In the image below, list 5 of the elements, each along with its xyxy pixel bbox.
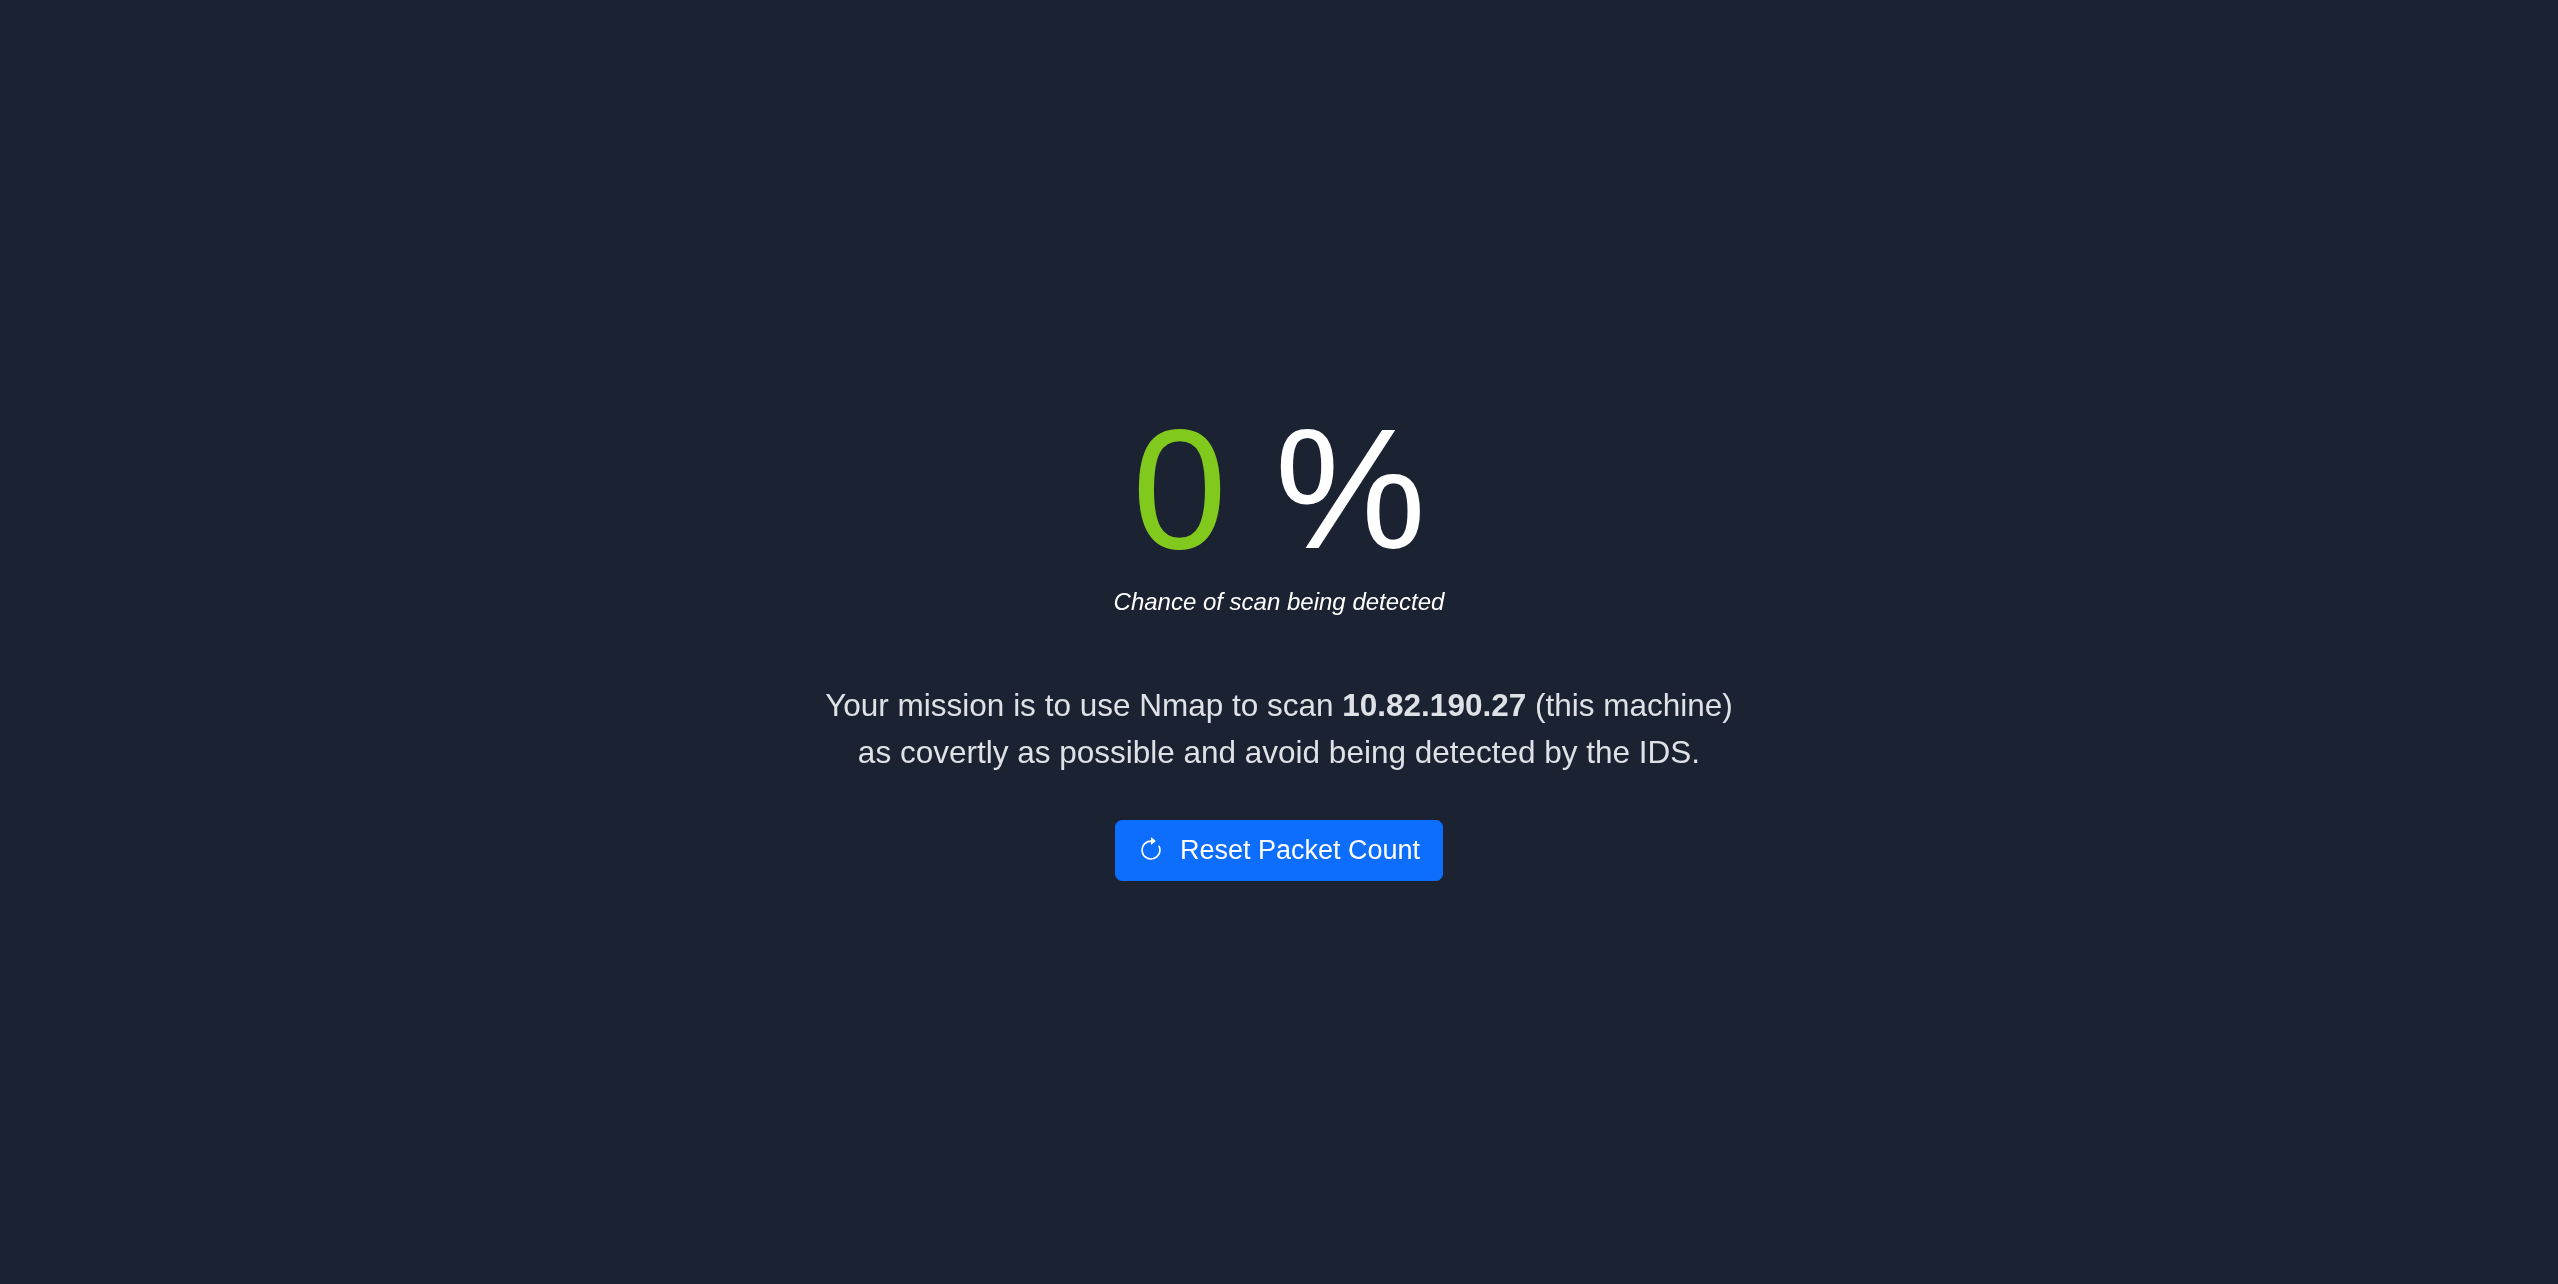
percentage-value: 0 xyxy=(1132,403,1227,574)
percent-sign: % xyxy=(1274,403,1426,574)
reset-button[interactable]: Reset Packet Count xyxy=(1114,820,1444,881)
detection-caption: Chance of scan being detected xyxy=(1113,586,1445,617)
mission-description: Your mission is to use Nmap to scan 10.82.190.27 (this machine) as covertly as possible and avoid being detected by the IDS. xyxy=(825,685,1733,772)
